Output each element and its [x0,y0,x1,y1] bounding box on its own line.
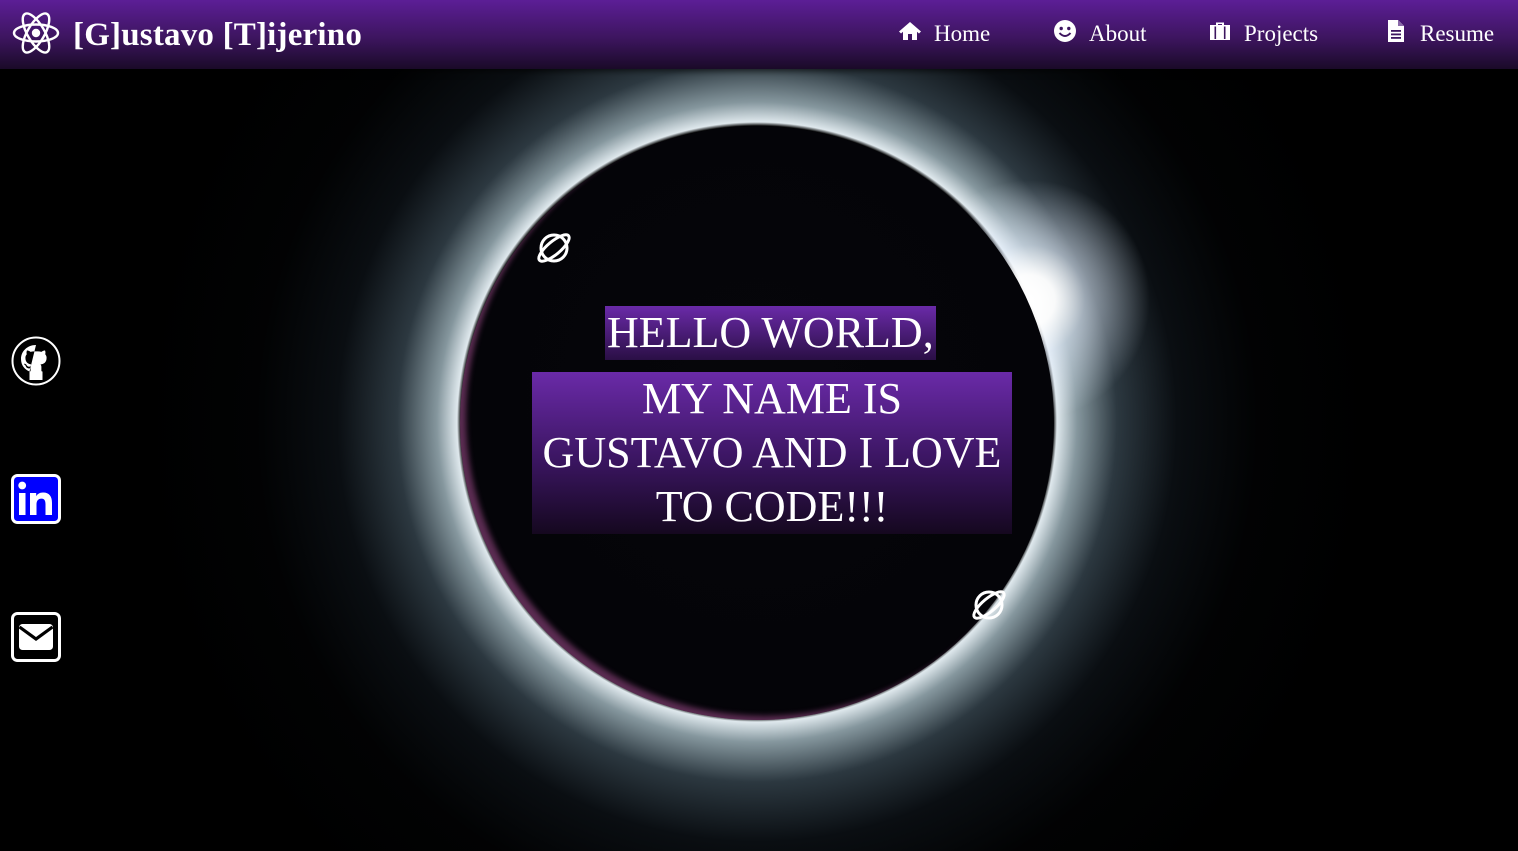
navbar: [G]ustavo [T]ijerino Home About Projects [0,0,1518,69]
planet-icon [969,585,1009,625]
smiley-icon [1053,19,1089,49]
linkedin-icon [11,474,61,528]
page: [G]ustavo [T]ijerino Home About Projects [0,0,1518,851]
nav-home-label: Home [934,21,991,46]
github-icon [11,336,61,390]
hero-intro: MY NAME IS GUSTAVO AND I LOVE TO CODE!!! [532,372,1012,534]
hero-intro-line: TO CODE!!! [655,482,889,531]
nav-about[interactable]: About [1053,16,1147,52]
hero-intro-line: GUSTAVO AND I LOVE [542,428,1002,477]
nav-about-label: About [1089,21,1147,46]
hero-intro-line: MY NAME IS [642,374,902,423]
nav-resume[interactable]: Resume [1384,16,1494,52]
brand-title: [G]ustavo [T]ijerino [73,17,363,53]
email-icon [11,612,61,666]
nav-home[interactable]: Home [898,16,990,52]
nav-resume-label: Resume [1420,21,1495,46]
briefcase-icon [1208,19,1244,49]
document-icon [1384,19,1420,49]
planet-icon [534,228,574,268]
email-link[interactable] [11,612,61,662]
react-atom-icon [12,10,60,60]
linkedin-link[interactable] [11,474,61,524]
hero-greeting: HELLO WORLD, [605,306,936,360]
nav-projects[interactable]: Projects [1208,16,1318,52]
home-icon [898,19,934,49]
github-link[interactable] [11,336,61,386]
brand-link[interactable]: [G]ustavo [T]ijerino [12,10,362,60]
nav-projects-label: Projects [1244,21,1319,46]
